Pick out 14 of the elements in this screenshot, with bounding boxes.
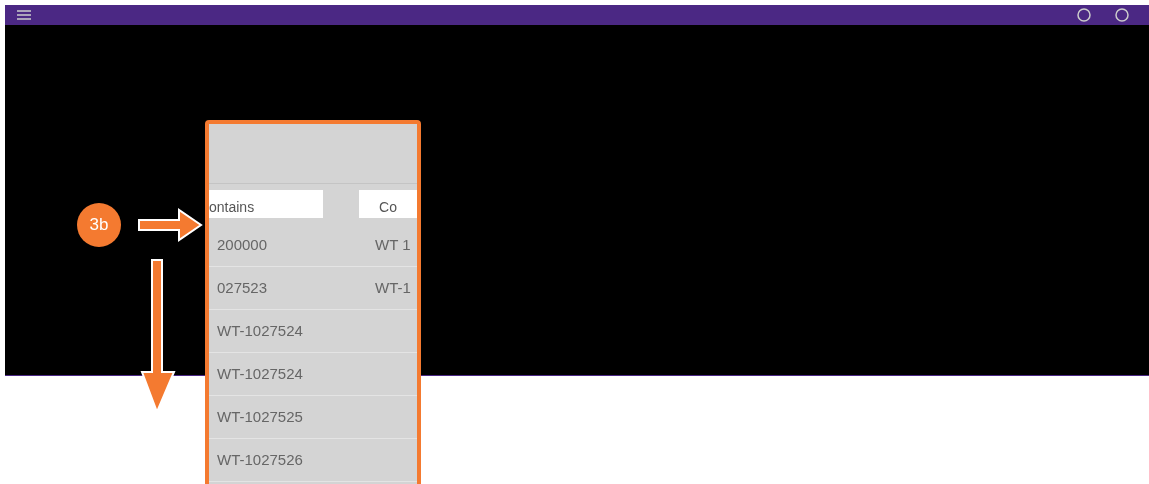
table-cell-text: WT-1027525: [216, 406, 304, 427]
table-cell-text: 200000: [216, 234, 269, 255]
right-arrow-icon: [137, 208, 203, 242]
filter-field[interactable]: ontains: [209, 190, 324, 218]
table-cell-text: WT-1027524: [216, 363, 304, 384]
menu-icon[interactable]: [17, 10, 31, 20]
table-cell-text: WT-1: [375, 277, 411, 298]
table-cell-text: WT-1027524: [216, 320, 304, 341]
filter-field[interactable]: Co: [359, 190, 417, 218]
table-cell-text: 027523: [216, 277, 269, 298]
circle-icon[interactable]: [1115, 8, 1129, 22]
circle-icon[interactable]: [1077, 8, 1091, 22]
table-cell-text: WT-1027526: [216, 449, 304, 470]
table-cell-text: WT 1: [375, 234, 411, 255]
